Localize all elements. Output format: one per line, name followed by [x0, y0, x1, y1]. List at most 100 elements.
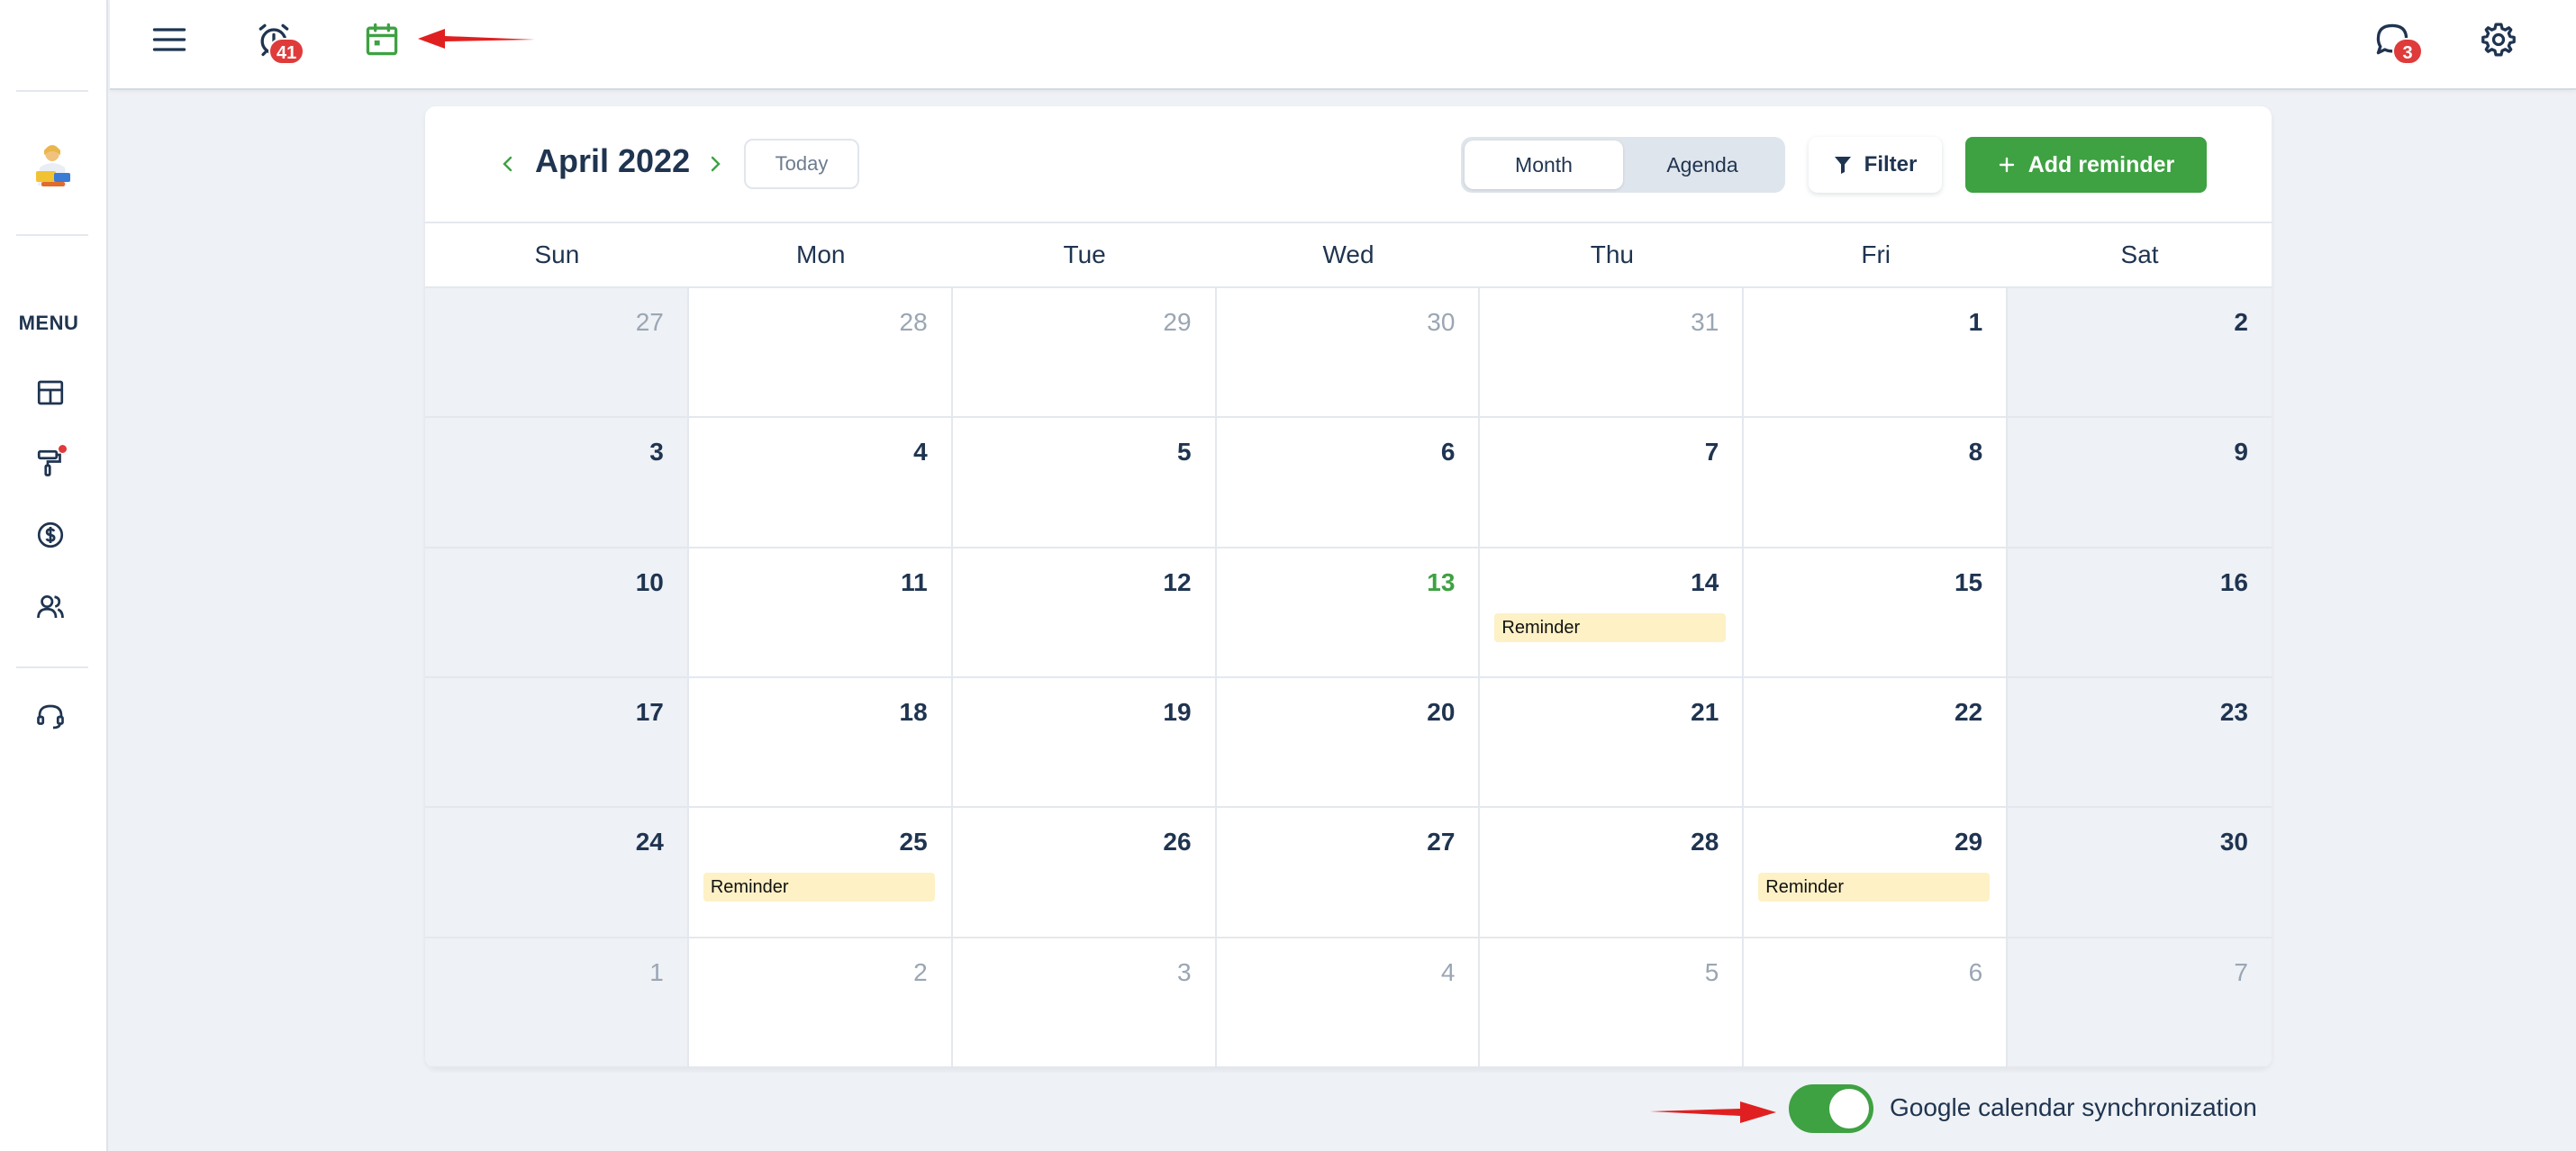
tab-month[interactable]: Month	[1465, 140, 1623, 189]
day-number: 11	[901, 567, 928, 596]
reminder-event[interactable]: Reminder	[1758, 873, 1991, 902]
day-number: 18	[899, 697, 928, 726]
calendar-day-cell[interactable]: 8	[1744, 418, 2009, 548]
calendar-day-cell[interactable]: 2	[688, 938, 953, 1068]
day-number: 6	[1440, 438, 1456, 467]
tab-agenda[interactable]: Agenda	[1623, 140, 1782, 189]
annotation-arrow-icon	[1650, 1101, 1776, 1123]
calendar-day-cell[interactable]: 13	[1216, 548, 1481, 678]
headset-icon	[37, 704, 64, 730]
calendar-day-cell[interactable]: 7	[1480, 418, 1745, 548]
day-number: 8	[1968, 438, 1983, 467]
sidebar-divider	[16, 90, 88, 92]
calendar-day-cell[interactable]: 6	[1744, 938, 2009, 1068]
today-day-number: 13	[1427, 567, 1456, 596]
avatar[interactable]	[31, 140, 74, 191]
sidebar-item-services[interactable]	[34, 445, 67, 479]
weekday-label: Sat	[2120, 240, 2159, 268]
day-number: 20	[1427, 697, 1456, 726]
calendar-day-cell[interactable]: 2	[2008, 288, 2272, 419]
calendar-day-cell[interactable]: 6	[1216, 418, 1481, 548]
day-number: 3	[649, 438, 664, 467]
calendar-day-cell[interactable]: 5	[952, 418, 1217, 548]
calendar-day-cell[interactable]: 27	[1216, 808, 1481, 938]
sidebar: MENU	[0, 0, 108, 1151]
calendar-day-cell[interactable]: 3	[952, 938, 1217, 1068]
reminders-button[interactable]: 41	[254, 20, 305, 65]
chevron-right-icon	[711, 156, 721, 172]
day-number: 17	[635, 697, 664, 726]
calendar-day-cell[interactable]: 10	[425, 548, 689, 678]
calendar-day-cell[interactable]: 3	[425, 418, 689, 548]
chevron-left-icon	[503, 156, 512, 172]
calendar-day-cell[interactable]: 4	[688, 418, 953, 548]
prev-month-button[interactable]	[497, 153, 519, 175]
day-number: 7	[2234, 957, 2248, 986]
calendar-day-cell[interactable]: 4	[1216, 938, 1481, 1068]
reminders-count-badge: 41	[268, 38, 305, 65]
calendar-day-cell[interactable]: 12	[952, 548, 1217, 678]
day-number: 19	[1163, 697, 1192, 726]
calendar-day-cell[interactable]: 28	[1480, 808, 1745, 938]
sidebar-item-billing[interactable]	[34, 519, 67, 551]
day-number: 30	[1427, 308, 1456, 336]
reminder-event[interactable]: Reminder	[703, 873, 935, 902]
day-number: 29	[1954, 828, 1983, 856]
calendar-day-cell[interactable]: 14 Reminder	[1480, 548, 1745, 678]
calendar-card: April 2022 Today Month Agenda Filter Add…	[425, 106, 2272, 1068]
calendar-day-cell[interactable]: 9	[2008, 418, 2272, 548]
calendar-day-cell[interactable]: 7	[2008, 938, 2272, 1068]
calendar-day-cell[interactable]: 18	[688, 677, 953, 809]
calendar-day-cell[interactable]: 1	[1744, 288, 2009, 419]
calendar-day-cell[interactable]: 30	[2008, 808, 2272, 938]
filter-button[interactable]: Filter	[1809, 137, 1942, 193]
calendar-icon	[366, 23, 398, 56]
day-number: 30	[2219, 828, 2248, 856]
calendar-day-cell[interactable]: 1	[425, 938, 689, 1068]
day-number: 4	[1440, 957, 1456, 986]
calendar-day-cell[interactable]: 21	[1480, 677, 1745, 809]
day-number: 4	[913, 438, 928, 467]
calendar-day-cell[interactable]: 15	[1744, 548, 2009, 678]
sidebar-item-users[interactable]	[34, 591, 67, 623]
settings-button[interactable]	[2479, 20, 2518, 59]
calendar-day-cell[interactable]: 22	[1744, 677, 2009, 809]
calendar-day-cell[interactable]: 16	[2008, 548, 2272, 678]
calendar-day-cell[interactable]: 30	[1216, 288, 1481, 419]
calendar-day-cell[interactable]: 31	[1480, 288, 1745, 419]
add-reminder-button[interactable]: Add reminder	[1965, 137, 2207, 193]
calendar-day-cell[interactable]: 25 Reminder	[688, 808, 953, 938]
calendar-day-cell[interactable]: 17	[425, 677, 689, 809]
calendar-day-cell[interactable]: 23	[2008, 677, 2272, 809]
next-month-button[interactable]	[704, 153, 726, 175]
hamburger-menu-icon	[152, 28, 186, 51]
day-number: 7	[1704, 438, 1719, 467]
calendar-day-cell[interactable]: 28	[688, 288, 953, 419]
month-grid: 27 28 29 30 31 1 2 3 4 5 6 7 8 9 10 11 12 13 14 Reminder 15 1…	[425, 288, 2272, 1068]
messages-button[interactable]: 3	[2372, 20, 2423, 65]
today-button[interactable]: Today	[744, 139, 859, 189]
day-number: 26	[1163, 828, 1192, 856]
calendar-day-cell[interactable]: 19	[952, 677, 1217, 809]
day-number: 31	[1691, 308, 1719, 336]
calendar-day-cell[interactable]: 24	[425, 808, 689, 938]
calendar-day-cell[interactable]: 29	[952, 288, 1217, 419]
add-reminder-label: Add reminder	[2027, 151, 2175, 177]
hamburger-menu-button[interactable]	[150, 20, 189, 59]
weekday-label: Sun	[534, 240, 580, 268]
calendar-day-cell[interactable]: 29 Reminder	[1744, 808, 2009, 938]
weekday-label: Thu	[1590, 240, 1634, 268]
calendar-day-cell[interactable]: 11	[688, 548, 953, 678]
sidebar-item-support[interactable]	[34, 701, 67, 733]
day-number: 28	[1691, 828, 1719, 856]
toggle-knob	[1829, 1089, 1869, 1128]
reminder-event[interactable]: Reminder	[1494, 612, 1727, 642]
weekday-label: Fri	[1861, 240, 1891, 268]
google-sync-toggle[interactable]	[1789, 1084, 1873, 1133]
calendar-day-cell[interactable]: 27	[425, 288, 689, 419]
calendar-day-cell[interactable]: 26	[952, 808, 1217, 938]
calendar-day-cell[interactable]: 20	[1216, 677, 1481, 809]
sidebar-item-dashboard[interactable]	[34, 376, 67, 409]
calendar-day-cell[interactable]: 5	[1480, 938, 1745, 1068]
calendar-button[interactable]	[362, 20, 402, 59]
